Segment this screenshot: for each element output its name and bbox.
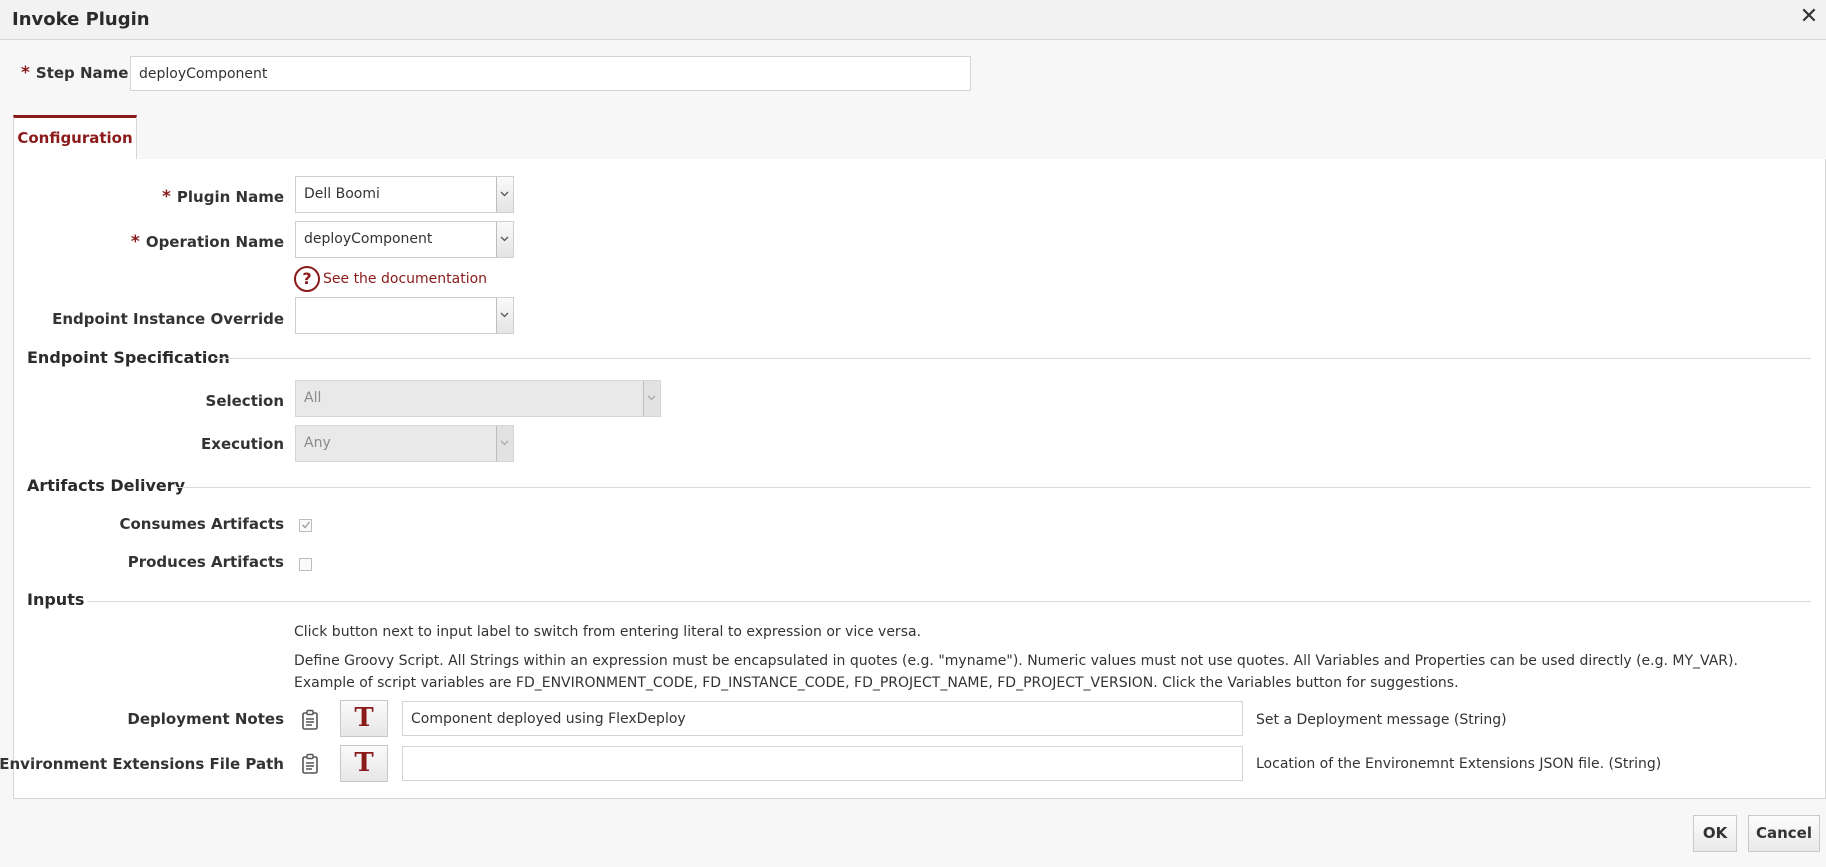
dialog-title: Invoke Plugin xyxy=(12,9,150,30)
step-name-label: * Step Name xyxy=(21,63,129,83)
plugin-name-value: Dell Boomi xyxy=(304,186,380,202)
execution-select: Any xyxy=(295,425,514,462)
required-asterisk: * xyxy=(162,187,171,207)
deployment-notes-input[interactable] xyxy=(402,701,1243,736)
chevron-down-icon xyxy=(643,381,660,416)
artifacts-delivery-title: Artifacts Delivery xyxy=(27,476,186,495)
inputs-help-text: Click button next to input label to swit… xyxy=(294,624,922,640)
selection-label: Selection xyxy=(205,392,284,410)
groovy-help-text: Define Groovy Script. All Strings within… xyxy=(294,653,1738,691)
endpoint-override-label: Endpoint Instance Override xyxy=(52,310,284,328)
env-extensions-path-description: Location of the Environemnt Extensions J… xyxy=(1256,756,1662,772)
section-divider xyxy=(87,601,1811,602)
required-asterisk: * xyxy=(130,232,140,252)
required-asterisk: * xyxy=(21,63,30,83)
help-icon: ? xyxy=(294,266,320,292)
chevron-down-icon[interactable] xyxy=(496,177,513,212)
operation-name-value: deployComponent xyxy=(304,231,433,247)
execution-label: Execution xyxy=(201,435,284,453)
operation-name-label: * Operation Name xyxy=(130,232,284,252)
documentation-link[interactable]: ? See the documentation xyxy=(294,266,487,292)
chevron-down-icon[interactable] xyxy=(496,298,513,333)
clipboard-icon[interactable] xyxy=(301,753,321,777)
plugin-name-select[interactable]: Dell Boomi xyxy=(295,176,514,213)
inputs-title: Inputs xyxy=(27,590,85,609)
dialog-titlebar: Invoke Plugin ✕ xyxy=(0,0,1826,40)
close-icon[interactable]: ✕ xyxy=(1798,5,1820,29)
cancel-button[interactable]: Cancel xyxy=(1748,815,1820,852)
clipboard-icon[interactable] xyxy=(301,709,321,733)
selection-value: All xyxy=(304,390,322,406)
endpoint-override-select[interactable] xyxy=(295,297,514,334)
tab-bar: Configuration xyxy=(13,115,1826,160)
section-divider xyxy=(213,358,1811,359)
endpoint-spec-title: Endpoint Specification xyxy=(27,348,230,367)
section-divider xyxy=(177,487,1811,488)
tab-configuration[interactable]: Configuration xyxy=(13,115,137,159)
produces-artifacts-label: Produces Artifacts xyxy=(127,553,284,571)
literal-expression-toggle-button[interactable]: T xyxy=(340,745,388,782)
literal-expression-toggle-button[interactable]: T xyxy=(340,700,388,737)
chevron-down-icon[interactable] xyxy=(496,222,513,257)
produces-artifacts-checkbox xyxy=(299,558,312,571)
chevron-down-icon xyxy=(496,426,513,461)
ok-button[interactable]: OK xyxy=(1693,815,1737,852)
env-extensions-path-input[interactable] xyxy=(402,746,1243,781)
selection-select: All xyxy=(295,380,661,417)
env-extensions-path-label: Environment Extensions File Path xyxy=(0,755,284,773)
step-name-input[interactable] xyxy=(130,56,971,91)
deployment-notes-label: Deployment Notes xyxy=(127,710,284,728)
consumes-artifacts-checkbox xyxy=(299,519,312,532)
plugin-name-label: * Plugin Name xyxy=(162,187,284,207)
consumes-artifacts-label: Consumes Artifacts xyxy=(119,515,284,533)
deployment-notes-description: Set a Deployment message (String) xyxy=(1256,712,1507,728)
execution-value: Any xyxy=(304,435,331,451)
operation-name-select[interactable]: deployComponent xyxy=(295,221,514,258)
